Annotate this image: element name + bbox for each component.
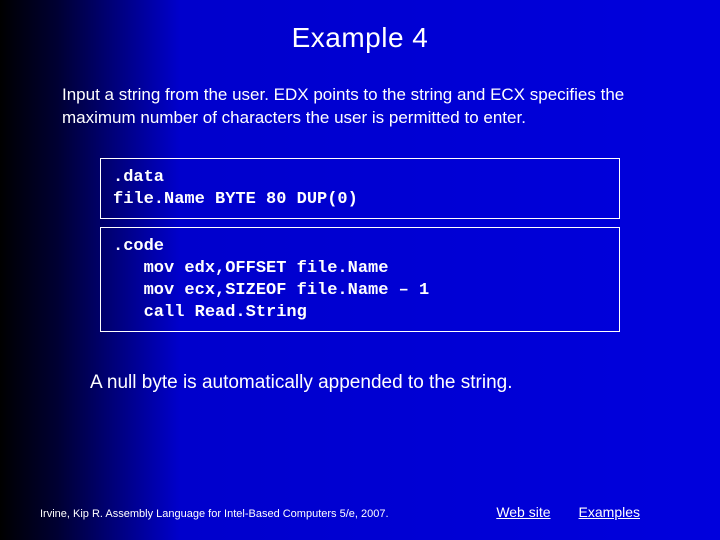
slide-title: Example 4 — [0, 0, 720, 84]
slide-footer: Irvine, Kip R. Assembly Language for Int… — [0, 504, 720, 520]
code-box-data: .data file.Name BYTE 80 DUP(0) — [100, 158, 620, 220]
examples-link[interactable]: Examples — [579, 504, 640, 520]
footer-links: Web site Examples — [496, 504, 680, 520]
code-box-code: .code mov edx,OFFSET file.Name mov ecx,S… — [100, 227, 620, 332]
footer-citation: Irvine, Kip R. Assembly Language for Int… — [40, 508, 496, 520]
website-link[interactable]: Web site — [496, 504, 550, 520]
note-paragraph: A null byte is automatically appended to… — [0, 370, 720, 396]
description-paragraph: Input a string from the user. EDX points… — [0, 84, 720, 130]
